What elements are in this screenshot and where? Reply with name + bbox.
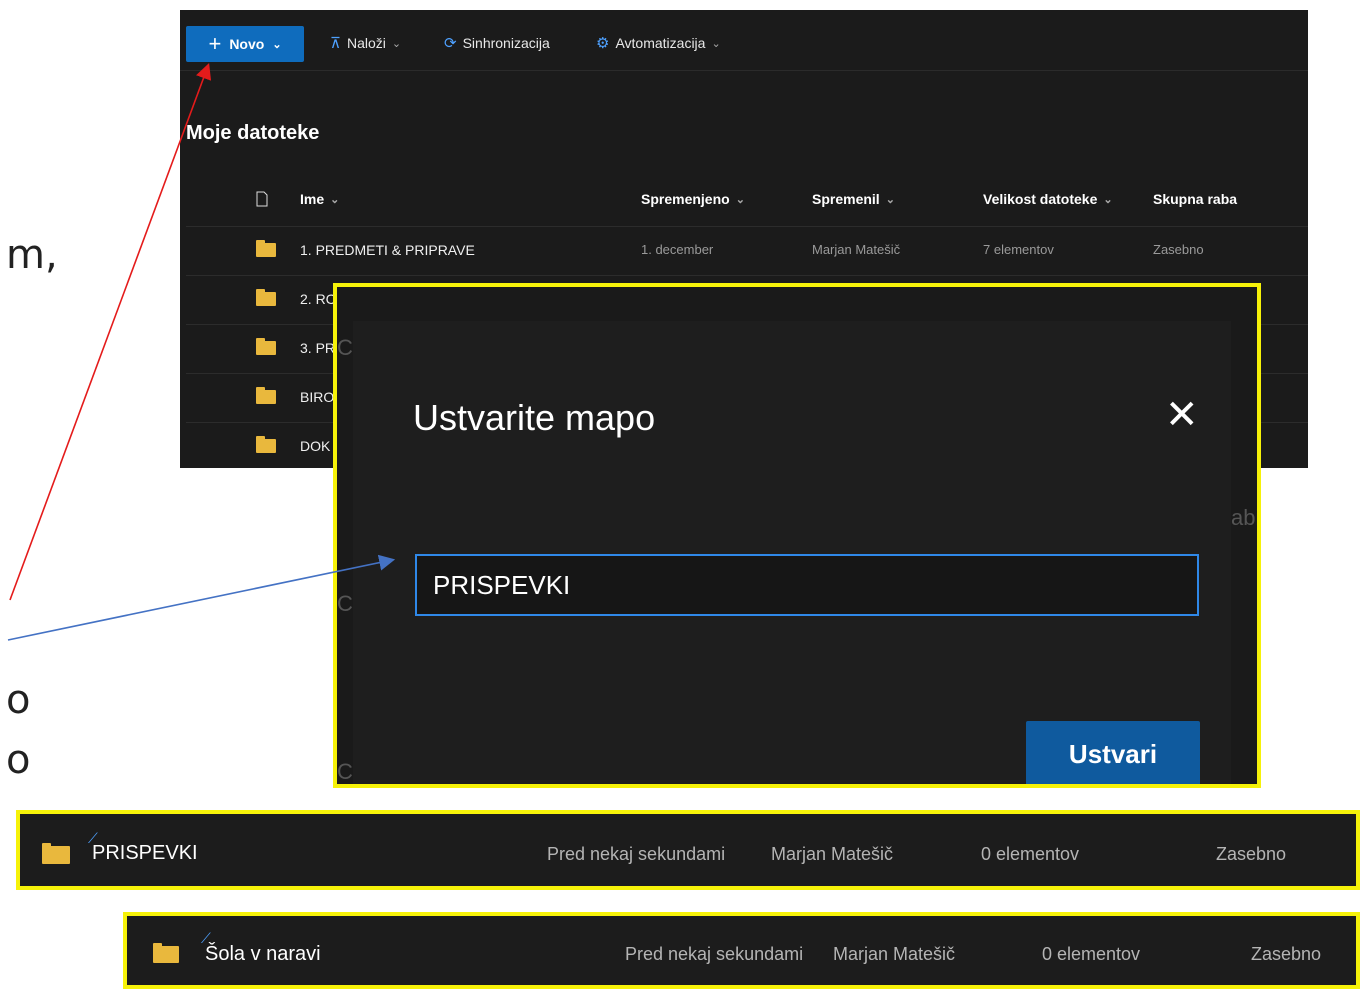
blue-arrow bbox=[7, 554, 396, 641]
red-arrow bbox=[9, 62, 212, 601]
annotation-arrows bbox=[7, 62, 396, 641]
